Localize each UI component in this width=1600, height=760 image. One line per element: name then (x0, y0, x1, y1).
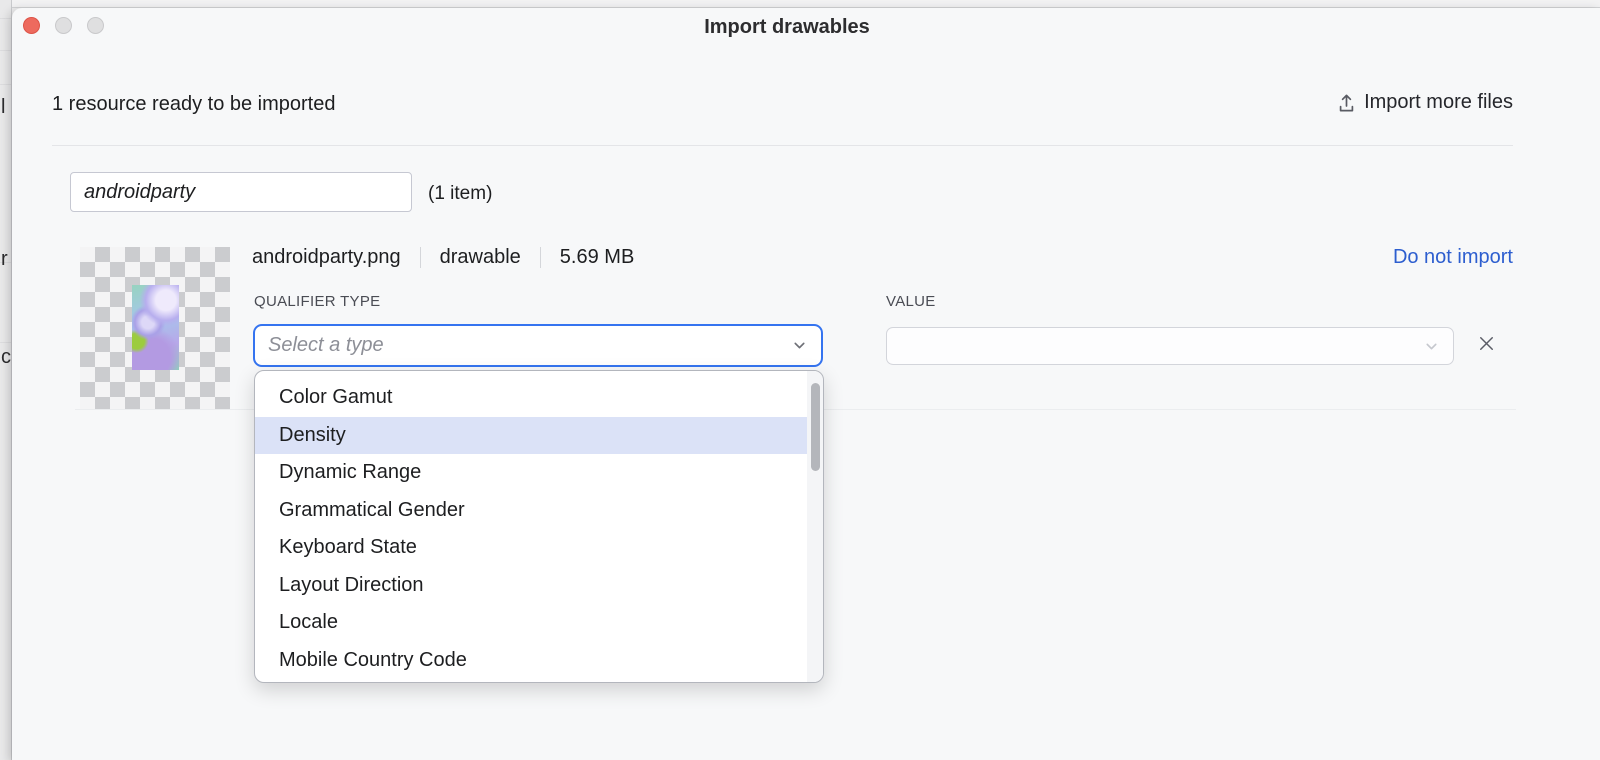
chevron-down-icon (1423, 338, 1453, 355)
drawable-thumbnail (80, 247, 230, 409)
resources-ready-status: 1 resource ready to be imported (52, 93, 336, 116)
close-x-icon (1475, 332, 1498, 360)
dropdown-item-grammatical-gender[interactable]: Grammatical Gender (255, 492, 807, 530)
dialog-title: Import drawables (12, 16, 1562, 39)
dropdown-item-color-gamut[interactable]: Color Gamut (255, 379, 807, 417)
background-row-line (0, 342, 12, 343)
background-text-fragment: l (1, 96, 5, 119)
background-window-edge: l r c (0, 0, 12, 760)
resource-type: drawable (440, 246, 521, 269)
header-divider (52, 145, 1513, 146)
qualifier-placeholder: Select a type (255, 334, 791, 357)
dropdown-item-locale[interactable]: Locale (255, 604, 807, 642)
value-combobox-disabled[interactable] (886, 327, 1454, 365)
resource-name-input[interactable] (70, 172, 412, 212)
dropdown-scrollbar-track[interactable] (807, 371, 823, 682)
do-not-import-link[interactable]: Do not import (1393, 246, 1513, 269)
background-row-line (0, 50, 12, 51)
dropdown-item-keyboard-state[interactable]: Keyboard State (255, 529, 807, 567)
dropdown-item-mobile-country-code[interactable]: Mobile Country Code (255, 642, 807, 680)
dialog-titlebar: Import drawables (12, 8, 1600, 52)
import-more-files-label: Import more files (1364, 91, 1513, 114)
dropdown-list: Color Gamut Density Dynamic Range Gramma… (255, 371, 807, 679)
background-row-line (0, 18, 12, 19)
remove-qualifier-button[interactable] (1473, 333, 1499, 359)
background-text-fragment: c (1, 346, 11, 369)
dropdown-item-dynamic-range[interactable]: Dynamic Range (255, 454, 807, 492)
chevron-down-icon (791, 337, 821, 354)
qualifier-type-combobox[interactable]: Select a type (253, 324, 823, 367)
drawable-preview-image (132, 285, 179, 370)
background-text-fragment: r (1, 248, 8, 271)
background-window-titlebar (0, 0, 1600, 8)
dropdown-item-density[interactable]: Density (255, 417, 807, 455)
background-row-line (0, 84, 12, 85)
dropdown-scrollbar-thumb[interactable] (811, 383, 820, 471)
meta-separator (420, 247, 421, 268)
import-drawables-dialog: Import drawables 1 resource ready to be … (12, 8, 1600, 760)
file-meta-row: androidparty.png drawable 5.69 MB (252, 246, 634, 269)
file-name: androidparty.png (252, 246, 401, 269)
meta-separator (540, 247, 541, 268)
import-more-files-button[interactable]: Import more files (1336, 91, 1513, 114)
file-size: 5.69 MB (560, 246, 634, 269)
item-count-label: (1 item) (428, 183, 492, 205)
qualifier-type-dropdown-popup: Color Gamut Density Dynamic Range Gramma… (254, 370, 824, 683)
dropdown-item-layout-direction[interactable]: Layout Direction (255, 567, 807, 605)
upload-icon (1336, 92, 1357, 114)
qualifier-type-label: QUALIFIER TYPE (254, 293, 380, 310)
value-label: VALUE (886, 293, 936, 310)
